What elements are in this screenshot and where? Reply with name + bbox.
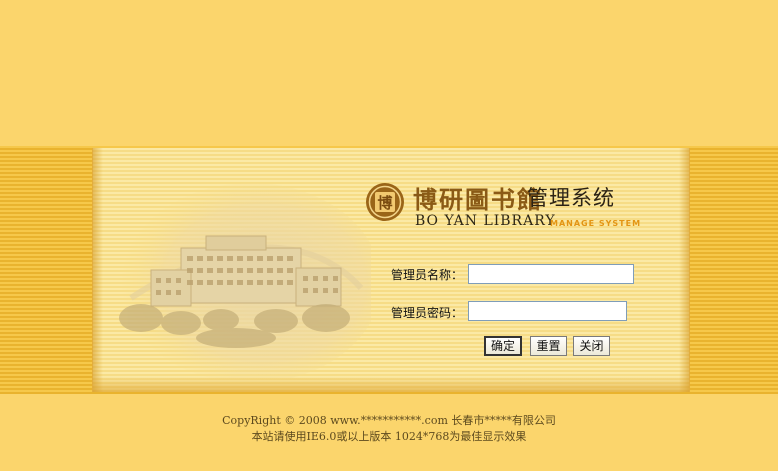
password-input[interactable] [468,301,627,321]
username-input[interactable] [468,264,634,284]
library-building-image [119,183,371,378]
library-seal-icon: 博 [366,183,404,221]
copyright-text: CopyRight © 2008 www.***********.com 长春市… [222,414,556,427]
login-panel: 博 博研圖书館 管理系统 BO YAN LIBRARY MANAGE SYSTE… [92,148,690,392]
library-name-cn: 博研圖书館 [413,185,543,214]
close-button[interactable]: 关闭 [573,336,610,356]
library-logo: 博 博研圖书館 管理系统 BO YAN LIBRARY MANAGE SYSTE… [365,178,655,238]
panel-shadow-left [93,148,103,392]
system-name-cn: 管理系统 [527,186,615,210]
seal-char: 博 [377,194,392,212]
library-name-en: BO YAN LIBRARY [415,213,556,229]
password-label: 管理员密码： [391,306,464,320]
login-page: 博 博研圖书館 管理系统 BO YAN LIBRARY MANAGE SYSTE… [0,0,778,471]
panel-shadow-right [679,148,689,392]
browser-note-text: 本站请使用IE6.0或以上版本 1024*768为最佳显示效果 [251,430,527,443]
username-label: 管理员名称： [391,268,464,282]
confirm-button[interactable]: 确定 [484,336,522,356]
panel-shadow-bottom [93,376,689,392]
system-name-en: MANAGE SYSTEM [550,219,642,228]
header-band [0,0,778,146]
footer: CopyRight © 2008 www.***********.com 长春市… [0,413,778,445]
reset-button[interactable]: 重置 [530,336,567,356]
